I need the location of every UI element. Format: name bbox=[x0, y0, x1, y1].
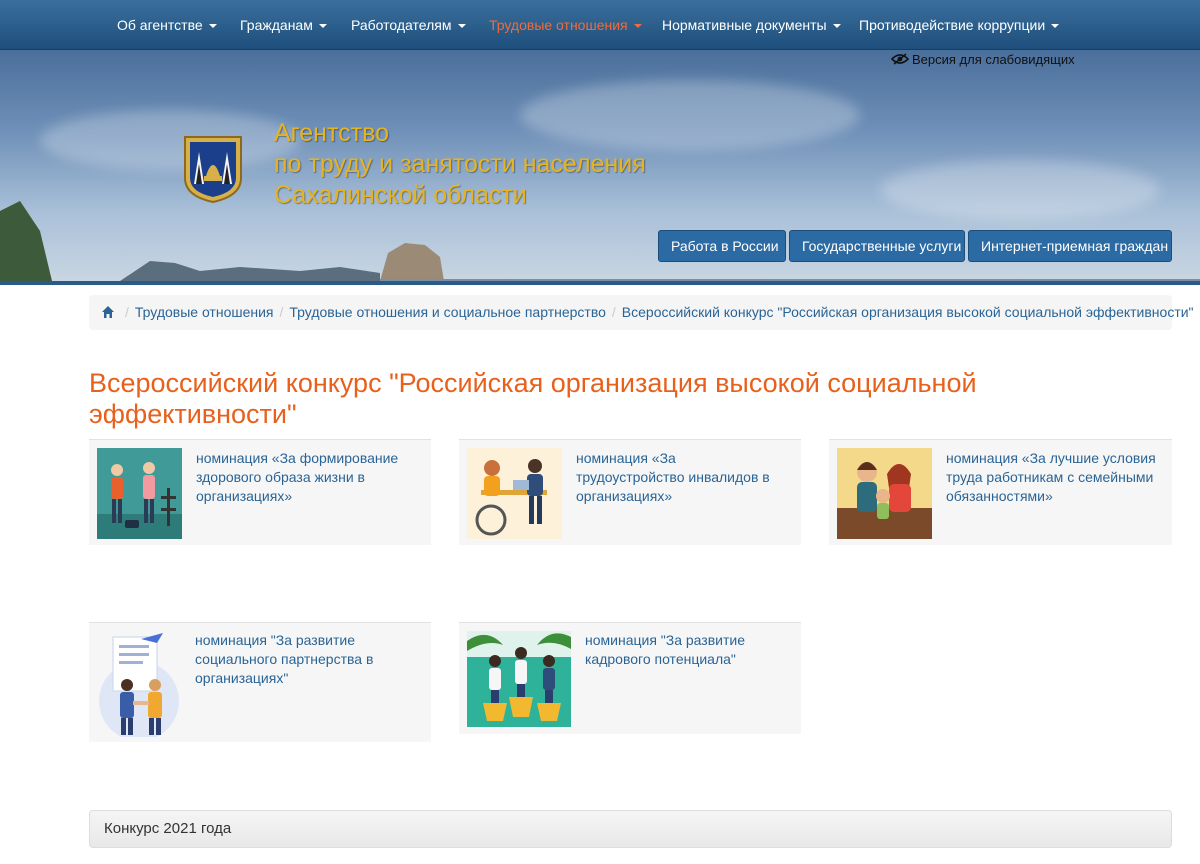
nav-item-label: Нормативные документы bbox=[662, 17, 827, 33]
wheelchair-office-icon bbox=[467, 448, 562, 539]
nav-item-label: Об агентстве bbox=[117, 17, 203, 33]
breadcrumb-item-labor-relations[interactable]: Трудовые отношения bbox=[135, 304, 274, 320]
handshake-document-icon bbox=[97, 631, 182, 737]
nomination-card-staff-potential[interactable]: номинация "За развитие кадрового потенци… bbox=[459, 622, 801, 734]
panel-title: Конкурс 2021 года bbox=[104, 820, 232, 837]
nomination-label[interactable]: номинация "За развитие кадрового потенци… bbox=[585, 631, 785, 669]
breadcrumb-item-social-partnership[interactable]: Трудовые отношения и социальное партнерс… bbox=[289, 304, 605, 320]
caret-down-icon bbox=[832, 24, 841, 29]
caret-down-icon bbox=[633, 24, 642, 29]
nav-item-employers[interactable]: Работодателям bbox=[351, 0, 466, 50]
nav-item-label: Работодателям bbox=[351, 17, 452, 33]
nomination-label[interactable]: номинация «За формирование здорового обр… bbox=[196, 449, 406, 506]
nomination-label[interactable]: номинация «За трудоустройство инвалидов … bbox=[576, 449, 786, 506]
nav-item-label: Трудовые отношения bbox=[489, 17, 628, 33]
low-vision-version-link[interactable]: Версия для слабовидящих bbox=[891, 52, 1075, 67]
home-icon[interactable] bbox=[101, 305, 115, 319]
nomination-card-social-partnership[interactable]: номинация "За развитие социального партн… bbox=[89, 622, 431, 742]
top-navigation: Об агентстве Гражданам Работодателям Тру… bbox=[0, 0, 1200, 50]
people-growth-icon bbox=[467, 631, 571, 727]
caret-down-icon bbox=[318, 24, 327, 29]
caret-down-icon bbox=[1051, 24, 1060, 29]
cloud-decoration bbox=[40, 110, 300, 170]
nav-item-regulations[interactable]: Нормативные документы bbox=[662, 0, 841, 50]
nav-item-label: Гражданам bbox=[240, 17, 313, 33]
breadcrumb: / Трудовые отношения / Трудовые отношения и… bbox=[89, 295, 1194, 330]
agency-title-line: Сахалинской области bbox=[274, 181, 527, 209]
nomination-label[interactable]: номинация "За развитие социального партн… bbox=[195, 631, 405, 688]
nav-item-anti-corruption[interactable]: Противодействие коррупции bbox=[859, 0, 1060, 50]
page-title: Всероссийский конкурс "Российская органи… bbox=[89, 368, 977, 429]
coat-of-arms-logo[interactable] bbox=[182, 134, 244, 204]
nav-item-label: Противодействие коррупции bbox=[859, 17, 1046, 33]
agency-title-line: по труду и занятости населения bbox=[274, 150, 646, 178]
contest-2021-panel[interactable]: Конкурс 2021 года bbox=[89, 810, 1172, 848]
nav-item-about[interactable]: Об агентстве bbox=[117, 0, 217, 50]
public-services-button[interactable]: Государственные услуги bbox=[789, 230, 965, 262]
nomination-label[interactable]: номинация «За лучшие условия труда работ… bbox=[946, 449, 1156, 506]
work-in-russia-button[interactable]: Работа в России bbox=[658, 230, 786, 262]
caret-down-icon bbox=[208, 24, 217, 29]
breadcrumb-item-current[interactable]: Всероссийский конкурс "Российская органи… bbox=[622, 304, 1194, 320]
eye-slash-icon bbox=[891, 53, 909, 65]
citizens-reception-button[interactable]: Интернет-приемная граждан bbox=[968, 230, 1172, 262]
family-icon bbox=[837, 448, 932, 539]
nomination-card-disabled-employment[interactable]: номинация «За трудоустройство инвалидов … bbox=[459, 439, 801, 545]
header-banner: Версия для слабовидящих Агентство по тру… bbox=[0, 50, 1200, 285]
breadcrumb-separator: / bbox=[611, 304, 616, 320]
breadcrumb-separator: / bbox=[125, 304, 129, 320]
breadcrumb-separator: / bbox=[279, 304, 284, 320]
fitness-people-icon bbox=[97, 448, 182, 539]
caret-down-icon bbox=[457, 24, 466, 29]
nomination-card-family-duties[interactable]: номинация «За лучшие условия труда работ… bbox=[829, 439, 1172, 545]
nomination-card-healthy-lifestyle[interactable]: номинация «За формирование здорового обр… bbox=[89, 439, 431, 545]
agency-title-line: Агентство bbox=[274, 119, 389, 147]
agency-title: Агентство по труду и занятости населения… bbox=[274, 118, 646, 211]
nav-item-labor-relations[interactable]: Трудовые отношения bbox=[489, 0, 642, 50]
low-vision-label: Версия для слабовидящих bbox=[912, 52, 1075, 67]
nav-item-citizens[interactable]: Гражданам bbox=[240, 0, 327, 50]
